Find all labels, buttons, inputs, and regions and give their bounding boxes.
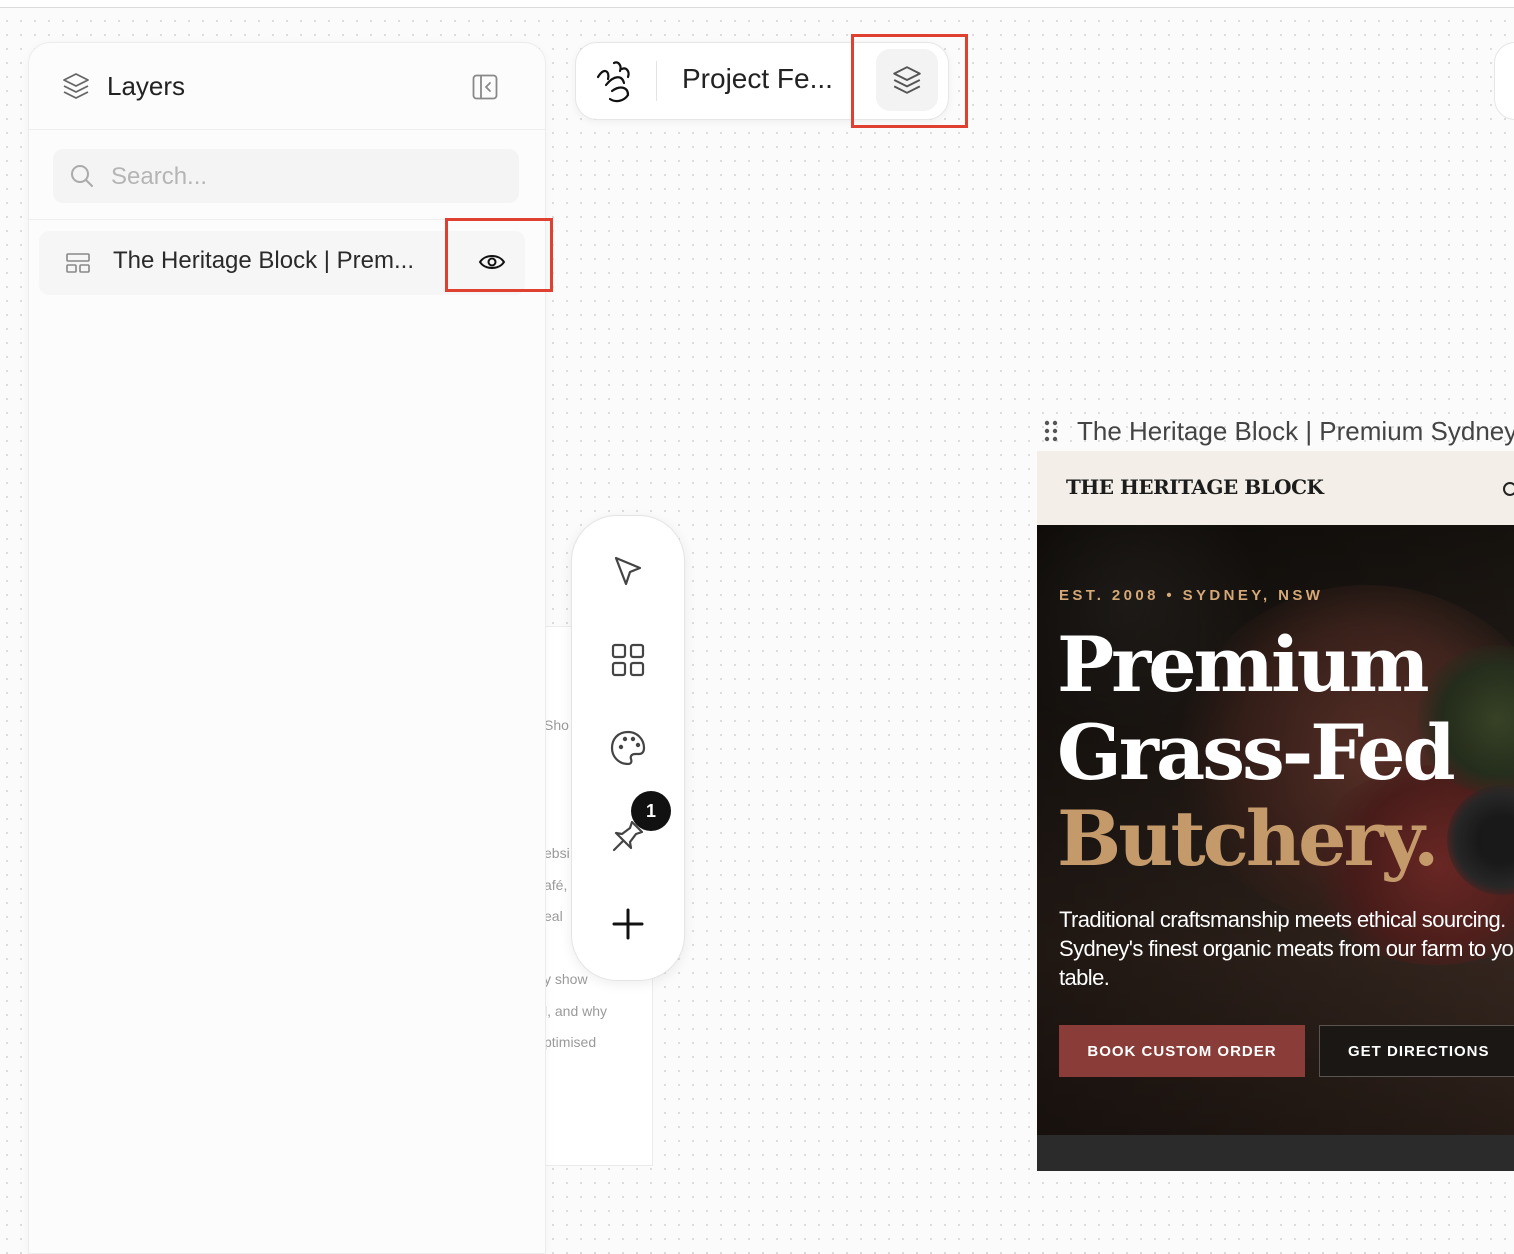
collapse-panel-icon[interactable] [471, 73, 499, 101]
divider [656, 61, 657, 101]
search-input[interactable] [109, 159, 503, 195]
frame-title[interactable]: The Heritage Block | Premium Sydney [1077, 416, 1514, 447]
background-text: eal [544, 908, 563, 924]
background-text: l, and why [544, 1003, 608, 1019]
top-bar [0, 0, 1514, 8]
highlight-box [851, 34, 968, 128]
drag-handle-icon[interactable] [1044, 420, 1058, 442]
menu-icon[interactable] [1503, 482, 1514, 496]
project-name[interactable]: Project Fe... [682, 63, 833, 95]
tool-dock [571, 515, 685, 981]
layer-item-label: The Heritage Block | Prem... [113, 247, 415, 274]
toolbar-pill-edge [1494, 42, 1514, 120]
background-text: y show [544, 971, 588, 987]
hero-headline-line2: Grass-Fed [1057, 708, 1456, 797]
hero-tagline: EST. 2008 • SYDNEY, NSW [1059, 587, 1324, 604]
grid-icon[interactable] [606, 638, 650, 682]
site-logo[interactable]: THE HERITAGE BLOCK [1066, 475, 1324, 499]
select-pointer-icon[interactable] [606, 550, 650, 594]
hero-subtext: Traditional craftsmanship meets ethical … [1059, 907, 1514, 990]
palette-icon[interactable] [606, 726, 650, 770]
frame-bottom-strip [1037, 1135, 1514, 1171]
page-layout-icon [66, 253, 90, 273]
hero-headline-line1: Premium [1057, 620, 1430, 709]
site-navbar: THE HERITAGE BLOCK [1037, 451, 1514, 526]
hand-logo-icon [596, 61, 630, 103]
search-box[interactable] [53, 149, 519, 203]
search-icon [71, 165, 93, 187]
hero-headline-line3: Butchery. [1057, 794, 1439, 883]
add-icon[interactable] [606, 902, 650, 946]
website-frame[interactable]: THE HERITAGE BLOCK EST. 2008 • SYDNEY, N… [1037, 451, 1514, 1171]
layers-panel-title: Layers [107, 71, 186, 101]
background-text: ptimised [544, 1034, 597, 1050]
layers-icon [63, 73, 89, 99]
background-text: Sho [544, 717, 569, 733]
notification-badge: 1 [631, 791, 671, 831]
background-text: ebsi [544, 845, 570, 861]
background-text: afé, [544, 877, 568, 893]
get-directions-button[interactable]: GET DIRECTIONS [1319, 1025, 1514, 1077]
book-custom-order-button[interactable]: BOOK CUSTOM ORDER [1059, 1025, 1305, 1077]
highlight-box [445, 218, 553, 292]
hero-section: EST. 2008 • SYDNEY, NSW Premium Grass-Fe… [1037, 525, 1514, 1135]
layers-panel-header: Layers [29, 43, 545, 130]
